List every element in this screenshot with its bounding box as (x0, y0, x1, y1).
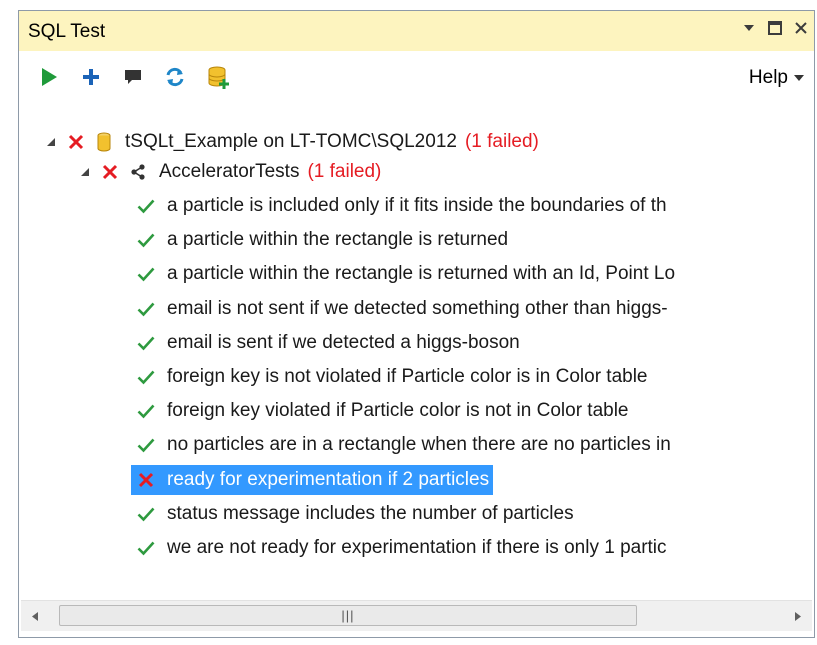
grip-icon: ||| (341, 608, 355, 623)
test-item[interactable]: foreign key is not violated if Particle … (135, 362, 652, 392)
test-label: foreign key is not violated if Particle … (167, 366, 648, 387)
sql-test-panel: SQL Test Help tSQLt_Example on LT-TOMC\S… (18, 10, 815, 638)
test-class-label: AcceleratorTests (159, 161, 300, 182)
selected-test-highlight[interactable]: ready for experimentation if 2 particles (131, 464, 494, 495)
test-item[interactable]: a particle within the rectangle is retur… (135, 225, 512, 255)
test-item[interactable]: we are not ready for experimentation if … (135, 533, 671, 563)
comment-icon[interactable] (121, 65, 145, 89)
add-icon[interactable] (79, 65, 103, 89)
expand-arrow-icon[interactable] (79, 166, 91, 178)
test-label: ready for experimentation if 2 particles (163, 466, 494, 493)
fail-x-icon (65, 131, 87, 153)
pass-check-icon (135, 195, 157, 217)
database-icon (93, 131, 115, 153)
maximize-icon[interactable] (766, 19, 784, 37)
test-item[interactable]: email is not sent if we detected somethi… (135, 294, 672, 324)
test-label: a particle within the rectangle is retur… (167, 229, 509, 251)
window-title: SQL Test (28, 21, 106, 42)
pass-check-icon (135, 229, 157, 251)
test-label: no particles are in a rectangle when the… (167, 434, 671, 456)
pass-check-icon (135, 503, 157, 525)
test-item[interactable]: a particle within the rectangle is retur… (135, 259, 679, 289)
test-label: email is sent if we detected a higgs-bos… (167, 331, 520, 353)
fail-x-icon (135, 469, 157, 491)
run-icon[interactable] (37, 65, 61, 89)
scroll-right-icon[interactable] (784, 601, 812, 631)
test-item[interactable]: foreign key violated if Particle color i… (135, 396, 633, 426)
pass-check-icon (135, 366, 157, 388)
fail-x-icon (99, 161, 121, 183)
test-label: email is not sent if we detected somethi… (167, 297, 668, 319)
scroll-left-icon[interactable] (21, 601, 49, 631)
scrollbar-thumb[interactable]: ||| (59, 605, 637, 626)
dropdown-icon[interactable] (740, 19, 758, 37)
test-label: we are not ready for experimentation if … (167, 537, 667, 558)
pass-check-icon (135, 263, 157, 285)
test-label: status message includes the number of pa… (167, 502, 574, 524)
test-item[interactable]: email is sent if we detected a higgs-bos… (135, 328, 524, 358)
toolbar: Help (19, 51, 814, 103)
test-label: a particle is included only if it fits i… (167, 195, 667, 216)
database-label: tSQLt_Example on LT-TOMC\SQL2012 (125, 131, 457, 152)
pass-check-icon (135, 537, 157, 559)
refresh-icon[interactable] (163, 65, 187, 89)
chevron-down-icon (794, 75, 804, 81)
test-label: foreign key violated if Particle color i… (167, 400, 629, 422)
help-label: Help (748, 67, 788, 88)
failed-count: (1 failed) (464, 131, 539, 152)
test-item[interactable]: status message includes the number of pa… (135, 499, 578, 529)
pass-check-icon (135, 434, 157, 456)
test-item[interactable]: a particle is included only if it fits i… (135, 191, 671, 221)
expand-arrow-icon[interactable] (45, 136, 57, 148)
share-icon (127, 161, 149, 183)
horizontal-scrollbar[interactable]: ||| (21, 600, 812, 631)
add-database-icon[interactable] (207, 65, 231, 89)
pass-check-icon (135, 332, 157, 354)
pass-check-icon (135, 400, 157, 422)
failed-count: (1 failed) (307, 161, 382, 182)
title-bar: SQL Test (19, 11, 814, 52)
tree-node-test-class[interactable]: AcceleratorTests (1 failed) (79, 157, 381, 187)
test-item[interactable]: ready for experimentation if 2 particles (131, 464, 494, 495)
window-buttons (740, 19, 810, 37)
test-tree: tSQLt_Example on LT-TOMC\SQL2012 (1 fail… (19, 111, 814, 583)
test-item[interactable]: no particles are in a rectangle when the… (135, 430, 675, 460)
test-label: a particle within the rectangle is retur… (167, 263, 676, 285)
pass-check-icon (135, 298, 157, 320)
tree-node-database[interactable]: tSQLt_Example on LT-TOMC\SQL2012 (1 fail… (45, 127, 539, 157)
close-icon[interactable] (792, 19, 810, 37)
help-menu[interactable]: Help (749, 67, 804, 89)
